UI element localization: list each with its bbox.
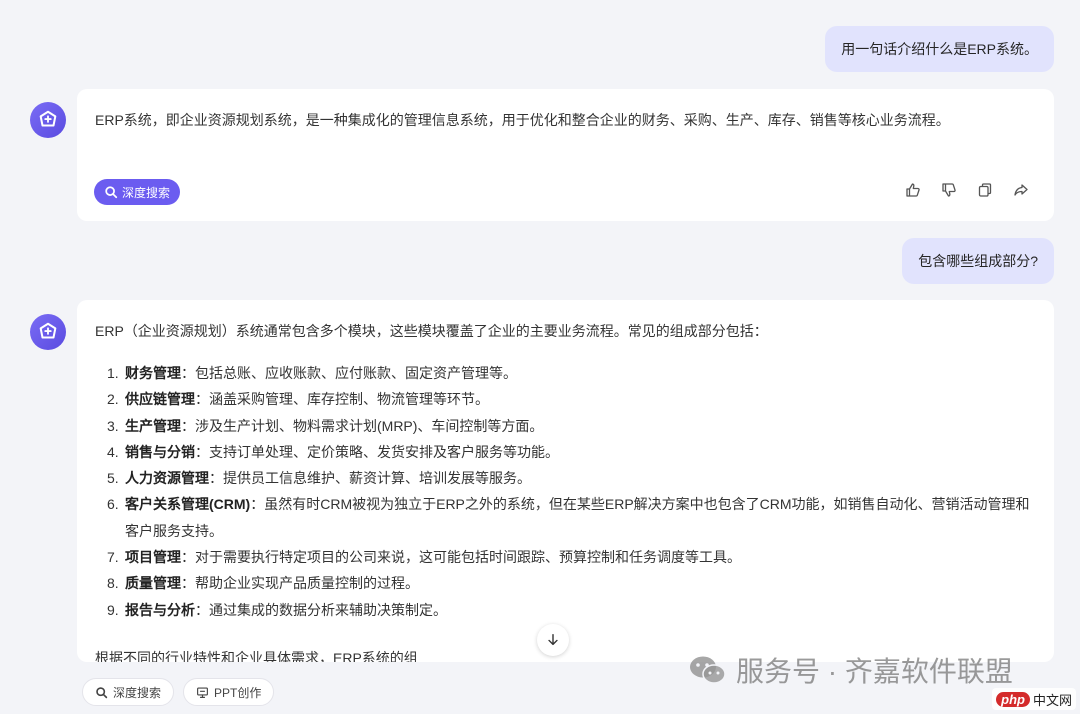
list-item: 7. 项目管理：对于需要执行特定项目的公司来说，这可能包括时间跟踪、预算控制和任务… xyxy=(107,549,741,566)
message-actions xyxy=(904,181,1030,199)
deep-search-label: 深度搜索 xyxy=(122,185,171,200)
ppt-create-button-label: PPT创作 xyxy=(214,685,262,700)
watermark: 服务号 · 齐嘉软件联盟 xyxy=(688,650,1013,690)
assistant-message: ERP（企业资源规划）系统通常包含多个模块，这些模块覆盖了企业的主要业务流程。常… xyxy=(77,300,1054,662)
list-item: 1. 财务管理：包括总账、应收账款、应付账款、固定资产管理等。 xyxy=(107,365,517,381)
deep-search-badge[interactable]: 深度搜索 xyxy=(94,179,181,205)
copy-icon xyxy=(978,183,992,197)
deep-search-button[interactable]: 深度搜索 xyxy=(82,678,175,706)
user-message: 用一句话介绍什么是ERP系统。 xyxy=(825,26,1054,72)
deep-search-button-label: 深度搜索 xyxy=(113,685,162,700)
assistant-logo-icon xyxy=(39,322,57,339)
share-button[interactable] xyxy=(1012,181,1030,199)
site-badge: php 中文网 xyxy=(992,688,1076,710)
ppt-create-button[interactable]: PPT创作 xyxy=(183,678,275,706)
assistant-logo-icon xyxy=(39,110,57,127)
list-item: 9. 报告与分析：通过集成的数据分析来辅助决策制定。 xyxy=(107,601,447,618)
copy-button[interactable] xyxy=(976,181,994,199)
share-icon xyxy=(1014,184,1028,196)
watermark-text: 服务号 · 齐嘉软件联盟 xyxy=(736,656,1013,687)
assistant-avatar xyxy=(30,102,66,138)
dislike-button[interactable] xyxy=(940,181,958,199)
site-badge-text: 中文网 xyxy=(1032,692,1072,708)
answer-intro: ERP（企业资源规划）系统通常包含多个模块，这些模块覆盖了企业的主要业务流程。常… xyxy=(95,323,768,339)
search-icon xyxy=(96,686,108,698)
ppt-icon xyxy=(197,686,208,698)
list-item: 8. 质量管理：帮助企业实现产品质量控制的过程。 xyxy=(107,575,419,592)
thumbs-up-icon xyxy=(906,183,920,197)
list-item: 5. 人力资源管理：提供员工信息维护、薪资计算、培训发展等服务。 xyxy=(107,470,531,487)
list-item: 4. 销售与分销：支持订单处理、定价策略、发货安排及客户服务等功能。 xyxy=(107,443,559,460)
arrow-down-icon xyxy=(548,634,558,646)
site-badge-php: php xyxy=(996,691,1030,707)
component-list: 1. 财务管理：包括总账、应收账款、应付账款、固定资产管理等。 2. 供应链管理：涵… xyxy=(107,360,1032,623)
assistant-avatar xyxy=(30,314,66,350)
thumbs-down-icon xyxy=(942,183,956,197)
scroll-to-bottom-button[interactable] xyxy=(537,624,569,656)
assistant-message: ERP系统，即企业资源规划系统，是一种集成化的管理信息系统，用于优化和整合企业的… xyxy=(77,89,1054,221)
answer-tail-text: 根据不同的行业特性和企业具体需求，ERP系统的组 xyxy=(95,650,418,662)
wechat-icon xyxy=(690,656,726,684)
user-message: 包含哪些组成部分? xyxy=(902,238,1054,284)
search-icon xyxy=(105,186,118,199)
list-item: 6. 客户关系管理(CRM)：虽然有时CRM被视为独立于ERP之外的系统，但在某些… xyxy=(107,496,1030,539)
list-item: 3. 生产管理：涉及生产计划、物料需求计划(MRP)、车间控制等方面。 xyxy=(107,417,544,434)
answer-text: ERP系统，即企业资源规划系统，是一种集成化的管理信息系统，用于优化和整合企业的… xyxy=(95,112,950,128)
like-button[interactable] xyxy=(904,181,922,199)
list-item: 2. 供应链管理：涵盖采购管理、库存控制、物流管理等环节。 xyxy=(107,391,489,408)
